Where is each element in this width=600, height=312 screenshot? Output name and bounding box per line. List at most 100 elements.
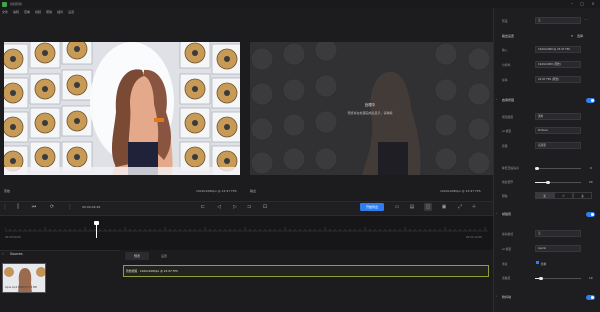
detail-slider-knob[interactable]: [546, 180, 550, 184]
grain-label: 颗粒: [502, 194, 508, 198]
output-label: 输出: [250, 189, 257, 193]
settings-panel: [493, 8, 600, 312]
original-label: 原始: [4, 189, 11, 193]
minimize-icon[interactable]: –: [568, 1, 576, 7]
collapse-icon[interactable]: ‹: [2, 251, 4, 256]
resolution-label: 分辨率: [502, 63, 511, 67]
timecode: 00:00:04;26: [82, 205, 101, 209]
frame-model-select[interactable]: Apollo: [535, 245, 581, 252]
ai-model-label: AI 模型: [502, 129, 512, 133]
enhance-toggle[interactable]: [586, 98, 595, 103]
input-value: 1920x1080 @ 23.97 FPS: [535, 46, 581, 53]
grain-low[interactable]: 少: [554, 192, 573, 199]
resolution-select[interactable]: 1920x1080 (原始): [535, 61, 581, 68]
input-label: 输入: [502, 48, 508, 52]
stab-section-title: 防抖动: [502, 295, 512, 299]
single-view-icon[interactable]: ▣: [440, 203, 448, 211]
tab-settings[interactable]: 设置: [152, 252, 176, 260]
more-icon[interactable]: ⋮: [1, 203, 9, 211]
compression-label: 降低压缩失真: [502, 166, 519, 170]
enhance-section-title: 启用增强: [502, 98, 515, 102]
split-icon[interactable]: ⫿: [14, 203, 22, 211]
duplicate-label: 重复: [502, 262, 508, 266]
timeline-end-time: 00:02:12;08: [466, 236, 482, 239]
original-frame-image: [4, 42, 240, 175]
zoom-in-icon[interactable]: ＋: [470, 203, 478, 211]
app-logo-icon: [2, 1, 7, 7]
close-icon[interactable]: ×: [589, 1, 597, 7]
detail-label: 恢复细节: [502, 180, 514, 184]
sensitivity-label: 灵敏度: [502, 276, 511, 280]
crop-icon[interactable]: ⊡: [261, 203, 269, 211]
split-view-icon[interactable]: ◫: [424, 203, 432, 211]
folder-icon[interactable]: ▤: [408, 203, 416, 211]
menu-bar: 文件 编辑 查看 视频 帮助 插件 设置: [0, 8, 493, 16]
compression-slider-knob[interactable]: [535, 166, 539, 170]
quality-label: 质量: [502, 144, 508, 148]
frame-mode-label: 插帧模式: [502, 232, 514, 236]
mark-in-icon[interactable]: ⊏: [199, 203, 207, 211]
ai-model-select[interactable]: Proteus: [535, 127, 581, 134]
sources-title: Sources: [10, 252, 23, 256]
preset-select[interactable]: 无: [535, 17, 581, 24]
compare-icon[interactable]: ▭: [393, 203, 401, 211]
menu-file[interactable]: 文件: [2, 10, 8, 14]
frame-toggle[interactable]: [586, 212, 595, 217]
detail-value: 20: [589, 180, 593, 184]
menu-help[interactable]: 帮助: [46, 10, 52, 14]
sensitivity-value: 10: [589, 276, 593, 280]
menu-video[interactable]: 视频: [35, 10, 41, 14]
timeline[interactable]: [0, 215, 493, 250]
step-back-icon[interactable]: ⏮: [30, 203, 38, 211]
enhance-model-select[interactable]: 通用: [535, 113, 581, 120]
mark-out-icon[interactable]: ⊐: [245, 203, 253, 211]
output-resolution: 1920x1080px @ 23.97 FPS: [440, 189, 481, 193]
export-button[interactable]: 开始导出: [360, 203, 384, 211]
search-icon[interactable]: ⌕: [571, 33, 573, 38]
frame-mode-select[interactable]: 无: [535, 230, 581, 237]
framerate-select[interactable]: 23.97 FPS (原始): [535, 76, 581, 83]
frame-section-title: 帧插值: [502, 212, 512, 216]
fullscreen-icon[interactable]: ⤢: [456, 203, 464, 211]
quality-select[interactable]: 高质量: [535, 142, 581, 149]
output-select-link[interactable]: 选择: [577, 34, 583, 38]
stab-collapse-icon[interactable]: ›: [496, 294, 497, 298]
source-caption: Aqua.mp4 0000(H) 5.3 MB: [5, 286, 37, 289]
loop-icon[interactable]: ⟳: [48, 203, 56, 211]
title-bar: [0, 0, 600, 8]
enhance-model-label: 增强模型: [502, 115, 514, 119]
menu-plugins[interactable]: 插件: [57, 10, 63, 14]
duplicate-checkbox[interactable]: [536, 261, 539, 264]
grain-high[interactable]: 多: [573, 192, 592, 199]
duplicate-value: 替换: [541, 262, 547, 266]
frame-collapse-icon[interactable]: ›: [496, 211, 497, 215]
menu-view[interactable]: 查看: [24, 10, 30, 14]
tab-preview[interactable]: 预览: [125, 252, 149, 260]
enhance-collapse-icon[interactable]: ›: [496, 97, 497, 101]
play-icon[interactable]: ⋮: [66, 203, 74, 211]
processing-subtitle: 预览将在处理完成后显示，请稍候: [347, 111, 393, 115]
menu-settings[interactable]: 设置: [68, 10, 74, 14]
output-section-title: 输出设置: [502, 34, 515, 38]
next-frame-icon[interactable]: ▷: [231, 203, 239, 211]
selected-clip-text: 原始视频 · 1920x1080px @ 23.97 FPS: [126, 269, 178, 273]
original-preview[interactable]: [4, 42, 240, 175]
processing-title: 处理中: [364, 103, 376, 107]
grain-none[interactable]: 无: [535, 192, 554, 199]
stab-toggle[interactable]: [586, 295, 595, 300]
preset-more-icon[interactable]: ⋯: [584, 17, 588, 22]
window-title: 视频转换: [10, 2, 23, 6]
maximize-icon[interactable]: □: [578, 1, 586, 7]
compression-value: 0: [590, 166, 592, 170]
original-resolution: 1920x1080px @ 23.97 FPS: [196, 189, 237, 193]
timeline-ruler: [5, 227, 488, 232]
compression-slider[interactable]: [535, 168, 581, 169]
preset-label: 预设: [502, 19, 508, 23]
sensitivity-slider-knob[interactable]: [539, 276, 543, 280]
frame-model-label: AI 模型: [502, 247, 512, 251]
timeline-start-time: 00:00:00;00: [5, 236, 21, 239]
menu-edit[interactable]: 编辑: [13, 10, 19, 14]
prev-frame-icon[interactable]: ◁: [215, 203, 223, 211]
playhead[interactable]: [96, 222, 97, 238]
output-preview[interactable]: [250, 42, 494, 175]
